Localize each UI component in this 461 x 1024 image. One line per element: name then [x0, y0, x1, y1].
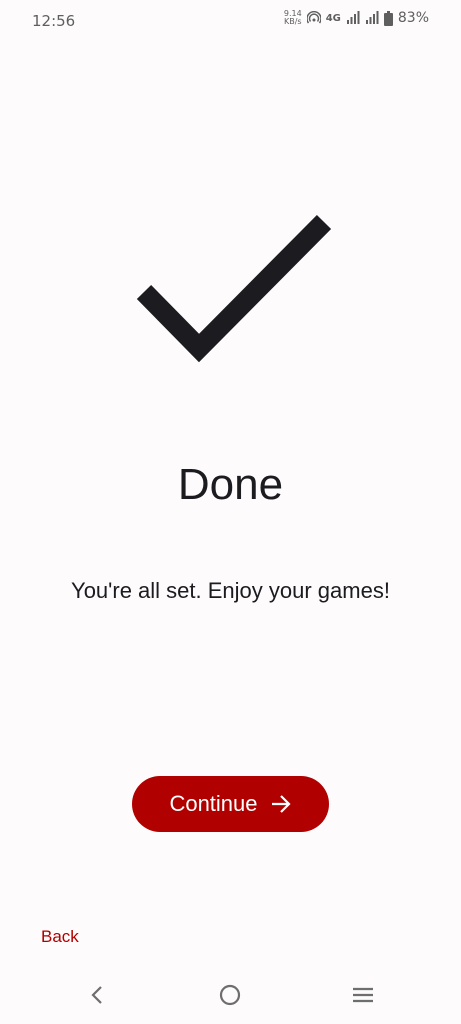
status-icons: 9.14 KB/s 4G 83%: [284, 10, 429, 27]
network-speed: 9.14 KB/s: [284, 10, 302, 26]
back-nav-icon[interactable]: [88, 984, 106, 1006]
page-title: Done: [177, 460, 284, 509]
back-button[interactable]: Back: [41, 927, 79, 947]
completion-message: You're all set. Enjoy your games!: [71, 578, 390, 603]
status-time: 12:56: [32, 12, 76, 30]
battery-icon: [383, 10, 393, 26]
battery-percent: 83%: [397, 10, 429, 26]
network-type: 4G: [325, 12, 341, 24]
signal-4g-icon: [346, 11, 360, 24]
status-bar: 12:56 9.14 KB/s 4G 83%: [0, 0, 461, 44]
hotspot-icon: [306, 11, 321, 24]
signal-icon: [365, 11, 379, 24]
arrow-right-icon: [271, 795, 291, 813]
system-nav-bar: [0, 972, 461, 1024]
checkmark-icon: [136, 214, 332, 363]
network-speed-unit: KB/s: [283, 17, 302, 26]
recents-nav-icon[interactable]: [352, 984, 374, 1006]
continue-button-label: Continue: [169, 791, 258, 816]
continue-button[interactable]: Continue: [132, 776, 329, 832]
home-nav-icon[interactable]: [219, 984, 241, 1006]
